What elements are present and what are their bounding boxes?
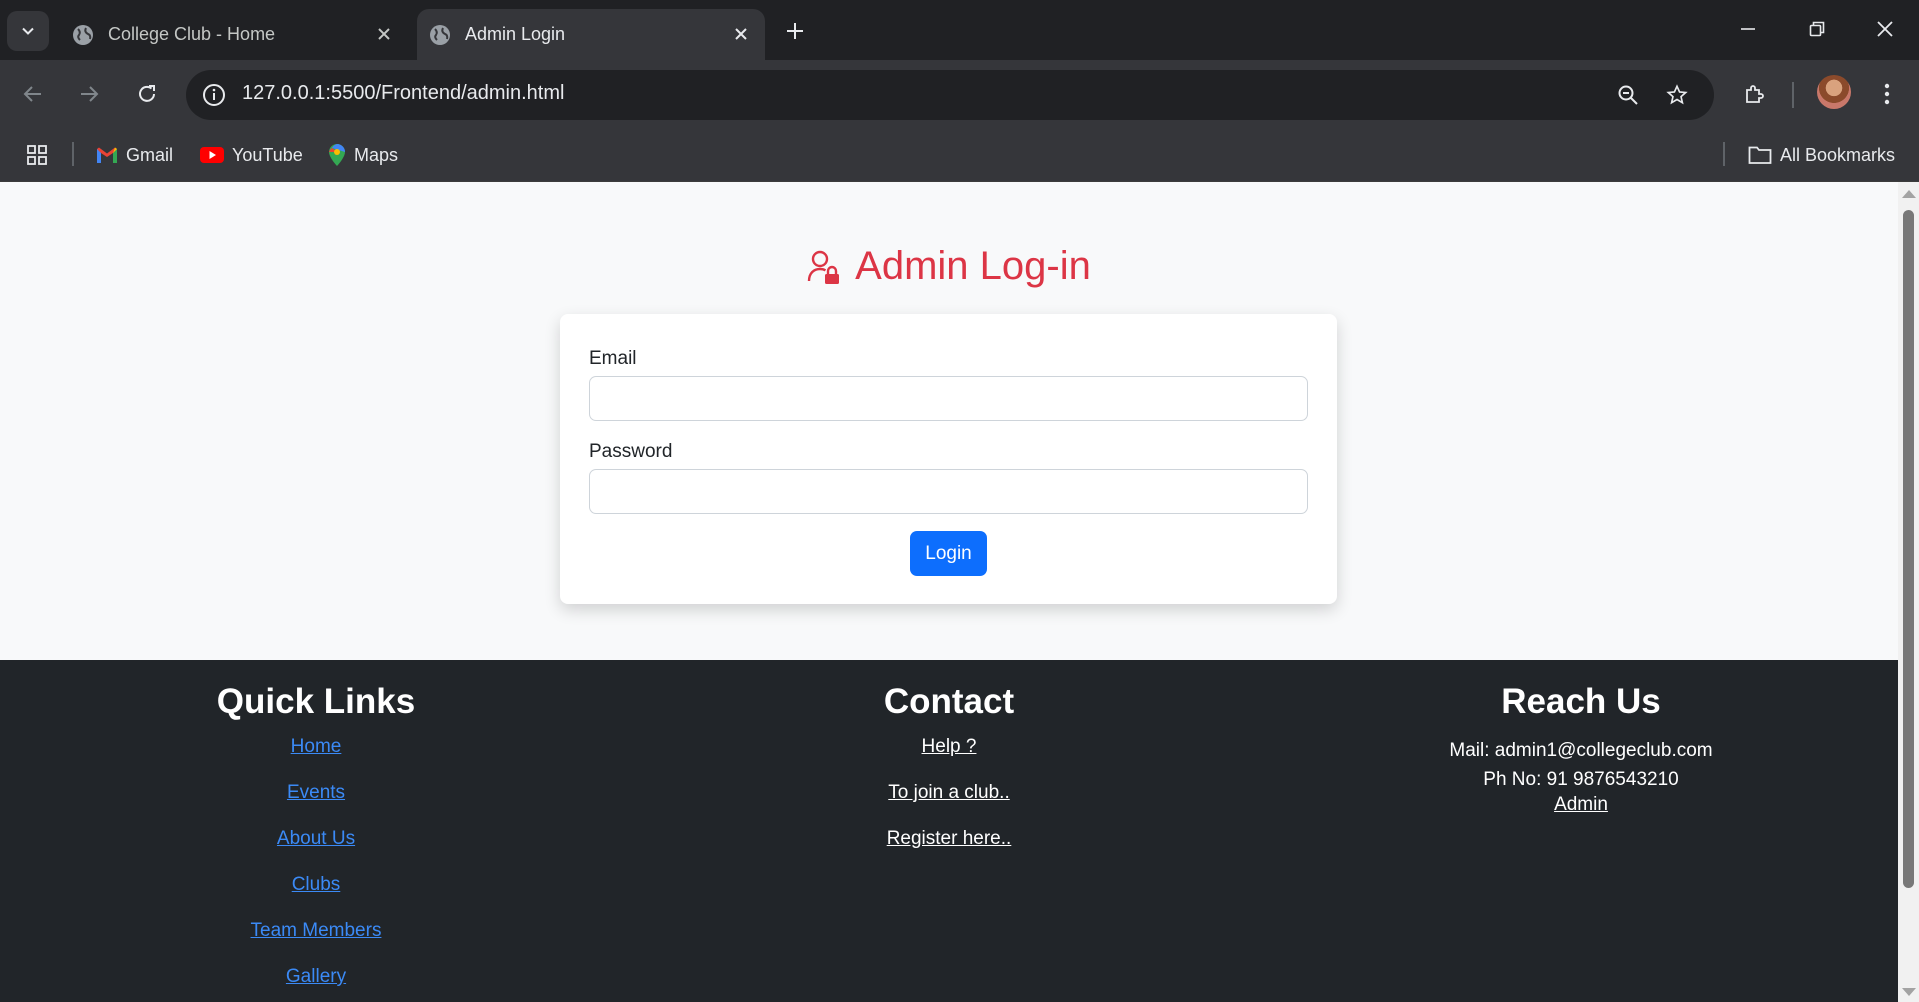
address-bar[interactable]: 127.0.0.1:5500/Frontend/admin.html — [186, 70, 1714, 120]
bookmark-maps[interactable]: Maps — [328, 140, 398, 170]
toolbar-divider — [1792, 82, 1794, 108]
footer-link-about-us[interactable]: About Us — [116, 828, 516, 850]
bookmarks-bar: Gmail YouTube Maps All Bookmarks — [0, 128, 1919, 182]
url-text: 127.0.0.1:5500/Frontend/admin.html — [242, 82, 564, 105]
page-scrollbar[interactable] — [1898, 182, 1919, 1002]
bookmark-label: Maps — [354, 144, 399, 165]
menu-button[interactable] — [1870, 77, 1904, 111]
footer-link-help[interactable]: Help ? — [749, 736, 1149, 758]
password-field[interactable] — [589, 469, 1308, 514]
contact-mail: Mail: admin1@collegeclub.com — [1449, 740, 1713, 761]
footer-link-clubs[interactable]: Clubs — [116, 874, 516, 896]
url-host: 127.0.0.1 — [242, 82, 326, 104]
footer-link-join-club[interactable]: To join a club.. — [749, 782, 1149, 804]
maps-icon — [329, 144, 345, 166]
footer-link-events[interactable]: Events — [116, 782, 516, 804]
site-footer: Quick Links Home Events About Us Clubs T… — [0, 660, 1898, 1002]
tab-admin-login[interactable]: Admin Login — [417, 9, 765, 60]
contact-heading: Contact — [883, 682, 1015, 721]
bookmarks-divider — [1723, 142, 1725, 166]
youtube-icon — [200, 147, 224, 163]
url-path: :5500/Frontend/admin.html — [325, 82, 565, 104]
tab-search-button[interactable] — [7, 11, 49, 51]
bookmark-star-button[interactable] — [1662, 80, 1692, 110]
back-button[interactable] — [18, 79, 48, 109]
bookmark-youtube[interactable]: YouTube — [200, 140, 303, 170]
globe-icon — [430, 24, 450, 45]
quick-links-heading: Quick Links — [216, 682, 416, 721]
user-lock-icon — [807, 250, 840, 284]
restore-button[interactable] — [1802, 14, 1832, 44]
bookmarks-divider — [72, 142, 74, 166]
scroll-down-arrow[interactable] — [1902, 988, 1916, 996]
star-icon — [1666, 84, 1688, 105]
tab-college-club-home[interactable]: College Club - Home — [62, 9, 408, 60]
bookmark-gmail[interactable]: Gmail — [96, 140, 173, 170]
page-title-text: Admin Log-in — [855, 244, 1091, 288]
arrow-right-icon — [81, 86, 99, 102]
tab-strip: College Club - Home Admin Login — [0, 0, 1919, 60]
gmail-icon — [97, 147, 117, 163]
close-icon — [1877, 21, 1893, 37]
restore-icon — [1809, 21, 1825, 37]
footer-link-admin[interactable]: Admin — [1381, 794, 1781, 816]
bookmark-label: Gmail — [126, 144, 174, 165]
reload-icon — [139, 85, 155, 102]
contact-phone: Ph No: 91 9876543210 — [1483, 769, 1679, 790]
reach-us-section: Reach Us Mail: admin1@collegeclub.com Ph… — [1381, 660, 1781, 816]
close-window-button[interactable] — [1870, 14, 1900, 44]
footer-link-register[interactable]: Register here.. — [749, 828, 1149, 850]
plus-icon — [787, 23, 803, 39]
scroll-thumb[interactable] — [1903, 210, 1914, 888]
arrow-left-icon — [23, 86, 41, 102]
browser-toolbar: 127.0.0.1:5500/Frontend/admin.html — [0, 60, 1919, 128]
folder-icon — [1748, 146, 1772, 164]
tab-title: Admin Login — [465, 24, 566, 44]
email-field[interactable] — [589, 376, 1308, 421]
apps-button[interactable] — [26, 140, 56, 170]
scroll-up-arrow[interactable] — [1902, 190, 1916, 198]
page-title: Admin Log-in — [0, 244, 1898, 289]
all-bookmarks-label: All Bookmarks — [1780, 144, 1896, 165]
zoom-icon — [1618, 85, 1638, 105]
minimize-icon — [1741, 28, 1755, 30]
profile-avatar[interactable] — [1817, 75, 1851, 109]
footer-link-gallery[interactable]: Gallery — [116, 966, 516, 988]
globe-icon — [73, 24, 93, 45]
contact-section: Contact Help ? To join a club.. Register… — [749, 660, 1149, 874]
new-tab-button[interactable] — [780, 16, 810, 46]
footer-link-team-members[interactable]: Team Members — [116, 920, 516, 942]
page-viewport: Admin Log-in Email Password Login Quick … — [0, 182, 1898, 1002]
minimize-button[interactable] — [1733, 14, 1763, 44]
quick-links-section: Quick Links Home Events About Us Clubs T… — [116, 660, 516, 1002]
close-tab-icon[interactable] — [374, 24, 394, 44]
tab-title: College Club - Home — [108, 24, 276, 44]
reload-button[interactable] — [132, 79, 162, 109]
email-label: Email — [589, 348, 637, 369]
login-button[interactable]: Login — [910, 531, 987, 576]
footer-link-home[interactable]: Home — [116, 736, 516, 758]
login-card: Email Password Login — [560, 314, 1337, 604]
chevron-down-icon — [22, 27, 34, 35]
site-info-icon[interactable] — [200, 81, 228, 109]
close-tab-icon[interactable] — [731, 24, 751, 44]
bookmark-label: YouTube — [232, 144, 303, 165]
forward-button[interactable] — [74, 79, 104, 109]
zoom-button[interactable] — [1613, 80, 1643, 110]
more-vertical-icon — [1884, 83, 1890, 105]
apps-grid-icon — [27, 145, 47, 165]
password-label: Password — [589, 441, 673, 462]
reach-us-heading: Reach Us — [1501, 682, 1661, 721]
all-bookmarks-button[interactable]: All Bookmarks — [1748, 140, 1895, 170]
puzzle-icon — [1746, 85, 1764, 103]
extensions-button[interactable] — [1738, 77, 1772, 111]
